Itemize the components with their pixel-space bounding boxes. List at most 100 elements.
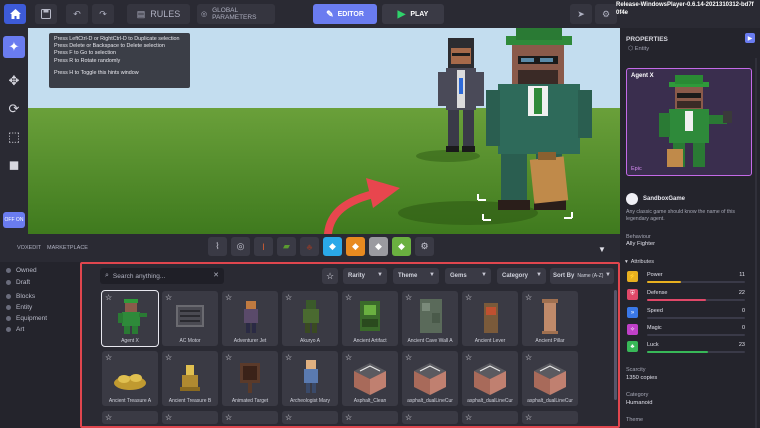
clover-icon: ♣ <box>627 341 638 352</box>
asset-tile[interactable]: ☆ <box>402 411 458 424</box>
voxel-cube-icon[interactable]: ◼ <box>3 154 25 176</box>
favorite-star-icon[interactable]: ☆ <box>345 293 352 302</box>
favorite-star-icon[interactable]: ☆ <box>405 293 412 302</box>
quick-slot-crane-icon[interactable]: ⌇ <box>208 237 227 256</box>
asset-tile[interactable]: ☆ <box>462 411 518 424</box>
category-art[interactable]: Art <box>6 326 24 333</box>
category-entity[interactable]: Entity <box>6 304 32 311</box>
asset-tile[interactable]: ☆ <box>522 411 578 424</box>
favorite-star-icon[interactable]: ☆ <box>405 413 412 422</box>
quick-slot-stone-block-icon[interactable]: ◆ <box>369 237 388 256</box>
asset-tile[interactable]: ☆ Ancient Treasure A <box>102 351 158 406</box>
search-input[interactable]: ⌕ Search anything... ✕ <box>100 268 224 284</box>
undo-icon[interactable]: ↶ <box>66 4 88 24</box>
asset-tile[interactable]: ☆ Ancient Pillar <box>522 291 578 346</box>
asset-tile[interactable]: ☆ <box>282 411 338 424</box>
asset-tile[interactable]: ☆ <box>342 411 398 424</box>
paint-tool-icon[interactable]: ✦ <box>3 36 25 58</box>
theme-filter[interactable]: Theme ▼ <box>393 268 439 284</box>
preview-play-icon[interactable]: ▶ <box>745 33 755 43</box>
send-icon[interactable]: ➤ <box>570 4 592 24</box>
favorite-star-icon[interactable]: ☆ <box>225 413 232 422</box>
asset-tile[interactable]: ☆ AC Motor <box>162 291 218 346</box>
collapse-panel-icon[interactable]: ▼ <box>598 245 606 254</box>
tab-voxedit[interactable]: VOXEDIT <box>17 245 41 251</box>
asset-tile[interactable]: ☆ Archeologist Mary <box>282 351 338 406</box>
favorite-star-icon[interactable]: ☆ <box>165 413 172 422</box>
favorite-star-icon[interactable]: ☆ <box>525 413 532 422</box>
asset-tile[interactable]: ☆ Ancient Artifact <box>342 291 398 346</box>
favorite-star-icon[interactable]: ☆ <box>285 413 292 422</box>
editor-tab-button[interactable]: ✎ EDITOR <box>313 4 377 24</box>
gems-filter[interactable]: Gems ▼ <box>445 268 491 284</box>
scene-viewport[interactable]: Press LeftCtrl-D or RightCtrl-D to Dupli… <box>28 28 620 234</box>
favorite-star-icon[interactable]: ☆ <box>465 413 472 422</box>
favorite-star-icon[interactable]: ☆ <box>165 293 172 302</box>
asset-tile[interactable]: ☆ Ancient Cave Wall A <box>402 291 458 346</box>
quick-slot-ice-block-icon[interactable]: ◆ <box>323 237 342 256</box>
quick-slot-target-icon[interactable]: ◎ <box>231 237 250 256</box>
asset-tile[interactable]: ☆ asphalt_dualLineCur <box>462 351 518 406</box>
creator-row[interactable]: SandboxGame <box>626 193 685 205</box>
quick-slot-gear-icon[interactable]: ⚙ <box>415 237 434 256</box>
off-on-toggle[interactable]: OFF ON <box>3 212 25 228</box>
favorite-star-icon[interactable]: ☆ <box>405 353 412 362</box>
attribute-speed: » Speed 0 <box>627 307 753 321</box>
favorite-star-icon[interactable]: ☆ <box>285 293 292 302</box>
select-tool-icon[interactable]: ⬚ <box>3 126 25 148</box>
favorite-star-icon[interactable]: ☆ <box>105 413 112 422</box>
play-tab-button[interactable]: ▶ PLAY <box>382 4 444 24</box>
favorite-star-icon[interactable]: ☆ <box>105 353 112 362</box>
redo-icon[interactable]: ↷ <box>92 4 114 24</box>
properties-panel: PROPERTIES ▶ ⬡ Entity Agent X Epic Sandb… <box>620 28 760 428</box>
favorites-filter-star-icon[interactable]: ☆ <box>322 268 338 284</box>
asset-tile[interactable]: ☆ Adventurer Jet <box>222 291 278 346</box>
favorite-star-icon[interactable]: ☆ <box>345 353 352 362</box>
quick-slot-torch-icon[interactable]: ǀ <box>254 237 273 256</box>
rotate-tool-icon[interactable]: ⟳ <box>3 98 25 120</box>
quick-slot-plant-icon[interactable]: ♣ <box>300 237 319 256</box>
save-icon[interactable] <box>35 4 57 24</box>
settings-icon[interactable]: ⚙ <box>595 4 617 24</box>
category-owned[interactable]: Owned <box>6 267 37 274</box>
favorite-star-icon[interactable]: ☆ <box>225 353 232 362</box>
quick-slot-grass-icon[interactable]: ▰ <box>277 237 296 256</box>
asset-tile[interactable]: ☆ <box>162 411 218 424</box>
attributes-header[interactable]: ▾ Attributes <box>625 259 654 265</box>
asset-tile[interactable]: ☆ Ancient Lever <box>462 291 518 346</box>
favorite-star-icon[interactable]: ☆ <box>285 353 292 362</box>
asset-tile[interactable]: ☆ asphalt_dualLineCur <box>522 351 578 406</box>
asset-tile[interactable]: ☆ Agent X <box>101 290 159 347</box>
favorite-star-icon[interactable]: ☆ <box>465 293 472 302</box>
favorite-star-icon[interactable]: ☆ <box>465 353 472 362</box>
favorite-star-icon[interactable]: ☆ <box>345 413 352 422</box>
clear-search-icon[interactable]: ✕ <box>213 271 219 279</box>
category-blocks[interactable]: Blocks <box>6 293 35 300</box>
asset-tile[interactable]: ☆ asphalt_dualLineCur <box>402 351 458 406</box>
properties-scrollbar[interactable] <box>755 58 757 428</box>
category-filter[interactable]: Category ▼ <box>497 268 546 284</box>
quick-slot-grass-block-icon[interactable]: ◆ <box>392 237 411 256</box>
asset-grid-scrollbar[interactable] <box>614 290 617 400</box>
favorite-star-icon[interactable]: ☆ <box>525 353 532 362</box>
asset-tile[interactable]: ☆ <box>222 411 278 424</box>
category-equipment[interactable]: Equipment <box>6 315 47 322</box>
asset-tile[interactable]: ☆ <box>102 411 158 424</box>
rules-button[interactable]: ▤ RULES <box>127 4 190 24</box>
favorite-star-icon[interactable]: ☆ <box>105 293 112 302</box>
asset-tile[interactable]: ☆ Asphalt_Clean <box>342 351 398 406</box>
asset-tile[interactable]: ☆ Ancient Treasure B <box>162 351 218 406</box>
asset-tile[interactable]: ☆ Akuryo A <box>282 291 338 346</box>
asset-tile[interactable]: ☆ Animated Target <box>222 351 278 406</box>
rarity-filter[interactable]: Rarity ▼ <box>343 268 387 284</box>
favorite-star-icon[interactable]: ☆ <box>525 293 532 302</box>
quick-slot-orange-block-icon[interactable]: ◆ <box>346 237 365 256</box>
category-draft[interactable]: Draft <box>6 279 30 286</box>
move-tool-icon[interactable]: ✥ <box>3 70 25 92</box>
home-icon[interactable] <box>4 4 26 24</box>
favorite-star-icon[interactable]: ☆ <box>225 293 232 302</box>
tab-marketplace[interactable]: MARKETPLACE <box>47 245 88 251</box>
favorite-star-icon[interactable]: ☆ <box>165 353 172 362</box>
sort-by-dropdown[interactable]: Sort By Name (A-Z) ▼ <box>550 268 614 284</box>
global-parameters-button[interactable]: ◎ GLOBAL PARAMETERS <box>197 4 275 24</box>
